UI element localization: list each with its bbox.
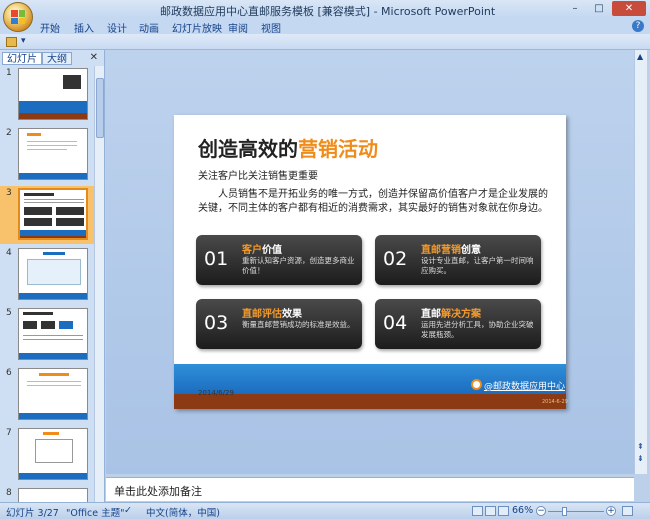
card-number: 03 (204, 312, 229, 334)
feature-card-02[interactable]: 02 直邮营销创意 设计专业直邮，让客户第一时间响应购买。 (375, 235, 541, 285)
office-logo-icon (11, 10, 25, 24)
slide-number: 1 (6, 68, 12, 78)
slide-preview (18, 248, 88, 300)
ribbon-tabs: 开始 插入 设计 动画 幻灯片放映 审阅 视图 ? (0, 18, 650, 35)
slide-preview (18, 128, 88, 180)
slide-number: 5 (6, 308, 12, 318)
tab-animation[interactable]: 动画 (139, 20, 159, 35)
card-number: 01 (204, 248, 229, 270)
editor-scrollbar[interactable]: ▲ ⇞ ⇟ (634, 50, 647, 474)
slide-thumbnail[interactable]: 8 (0, 486, 94, 502)
slide-thumbnail[interactable]: 7 (0, 426, 94, 484)
slide-preview (18, 368, 88, 420)
slide-preview (18, 68, 88, 120)
feature-card-03[interactable]: 03 直邮评估效果 衡量直邮营销成功的标准是效益。 (196, 299, 362, 349)
close-button[interactable]: ✕ (612, 1, 646, 16)
card-title: 客户价值 (242, 245, 282, 256)
slide-number: 8 (6, 488, 12, 498)
slide-counter: 幻灯片 3/27 (6, 508, 59, 519)
zoom-in-button[interactable]: + (606, 506, 616, 516)
card-number: 04 (383, 312, 408, 334)
window-title: 邮政数据应用中心直邮服务模板 [兼容模式] - Microsoft PowerP… (160, 5, 496, 18)
slideshow-button[interactable] (498, 506, 509, 516)
card-text: 设计专业直邮，让客户第一时间响应购买。 (421, 256, 534, 275)
normal-view-button[interactable] (472, 506, 483, 516)
tab-slideshow[interactable]: 幻灯片放映 (172, 20, 222, 35)
prev-slide-icon[interactable]: ⇞ (637, 442, 644, 451)
tab-outline[interactable]: 大纲 (42, 52, 72, 65)
notes-pane[interactable]: 单击此处添加备注 (106, 477, 634, 501)
slides-panel: 幻灯片 大纲 ✕ 1 2 3 4 5 6 7 8 (0, 50, 105, 502)
quick-access-toolbar: ▾ (0, 34, 650, 50)
window-controls: – □ ✕ (564, 1, 646, 16)
card-title: 直邮营销创意 (421, 245, 481, 256)
tab-home[interactable]: 开始 (40, 20, 60, 35)
theme-name: "Office 主题" (66, 508, 125, 519)
slide-number: 3 (6, 188, 12, 198)
zoom-level[interactable]: 66% (512, 505, 533, 516)
slide-thumbnail[interactable]: 4 (0, 246, 94, 304)
title-bar: 邮政数据应用中心直邮服务模板 [兼容模式] - Microsoft PowerP… (0, 0, 650, 18)
panel-tabs: 幻灯片 大纲 (2, 52, 72, 65)
slide-sorter-button[interactable] (485, 506, 496, 516)
slide-number: 2 (6, 128, 12, 138)
slide-thumbnail[interactable]: 6 (0, 366, 94, 424)
current-slide[interactable]: 创造高效的营销活动 关注客户比关注销售更重要 人员销售不是开拓业务的唯一方式，创… (174, 115, 568, 409)
next-slide-icon[interactable]: ⇟ (637, 454, 644, 463)
notes-placeholder[interactable]: 单击此处添加备注 (114, 483, 202, 499)
scroll-up-icon[interactable]: ▲ (637, 52, 643, 61)
chevron-down-icon[interactable]: ▾ (21, 36, 26, 46)
slide-title-highlight: 营销活动 (298, 137, 378, 161)
card-title: 直邮解决方案 (421, 309, 481, 320)
slide-number: 4 (6, 248, 12, 258)
slide-body-text[interactable]: 人员销售不是开拓业务的唯一方式，创造并保留高价值客户才是企业发展的关键，不同主体… (198, 188, 548, 216)
slide-brand-link[interactable]: @邮政数据应用中心 (484, 379, 565, 392)
slide-title[interactable]: 创造高效的营销活动 (198, 133, 378, 162)
spellcheck-icon[interactable]: ✓ (124, 505, 132, 516)
minimize-button[interactable]: – (564, 1, 586, 16)
slide-thumbnail[interactable]: 1 (0, 66, 94, 124)
card-number: 02 (383, 248, 408, 270)
zoom-slider-knob[interactable] (562, 507, 567, 516)
slide-number: 6 (6, 368, 12, 378)
card-text: 运用先进分析工具，协助企业突破发展瓶颈。 (421, 320, 534, 339)
zoom-slider[interactable] (548, 511, 604, 512)
tab-insert[interactable]: 插入 (74, 20, 94, 35)
language-indicator[interactable]: 中文(简体，中国) (146, 505, 220, 519)
slide-number: 7 (6, 428, 12, 438)
close-icon[interactable]: ✕ (90, 52, 98, 63)
maximize-button[interactable]: □ (588, 1, 610, 16)
feature-card-04[interactable]: 04 直邮解决方案 运用先进分析工具，协助企业突破发展瓶颈。 (375, 299, 541, 349)
office-button[interactable] (3, 2, 33, 32)
slide-subtitle[interactable]: 关注客户比关注销售更重要 (198, 167, 318, 182)
folder-icon[interactable] (6, 37, 17, 47)
slide-preview (18, 188, 88, 240)
help-icon[interactable]: ? (632, 20, 644, 32)
tab-view[interactable]: 视图 (261, 20, 281, 35)
scrollbar-thumb[interactable] (96, 78, 104, 138)
panel-scrollbar[interactable] (94, 66, 104, 502)
slide-date: 2014/6/29 (198, 389, 234, 397)
fit-to-window-button[interactable] (622, 506, 633, 516)
slide-footer-note: 2014-6-29 (542, 399, 568, 405)
slide-thumbnail[interactable]: 2 (0, 126, 94, 184)
brand-logo-icon (471, 379, 482, 390)
slide-preview (18, 428, 88, 480)
slide-thumbnail[interactable]: 5 (0, 306, 94, 364)
tab-review[interactable]: 审阅 (228, 20, 248, 35)
card-text: 衡量直邮营销成功的标准是效益。 (242, 320, 355, 329)
slide-title-main: 创造高效的 (198, 137, 298, 161)
tab-design[interactable]: 设计 (107, 20, 127, 35)
slide-thumbnail-selected[interactable]: 3 (0, 186, 94, 244)
slide-preview (18, 308, 88, 360)
card-text: 重新认知客户资源，创造更多商业价值！ (242, 256, 355, 275)
slide-preview (18, 488, 88, 502)
tab-slides[interactable]: 幻灯片 (2, 52, 42, 65)
thumbnail-list: 1 2 3 4 5 6 7 8 (0, 66, 94, 502)
zoom-out-button[interactable]: − (536, 506, 546, 516)
feature-card-01[interactable]: 01 客户价值 重新认知客户资源，创造更多商业价值！ (196, 235, 362, 285)
status-bar: 幻灯片 3/27 "Office 主题" ✓ 中文(简体，中国) 66% − + (0, 502, 650, 519)
card-title: 直邮评估效果 (242, 309, 302, 320)
